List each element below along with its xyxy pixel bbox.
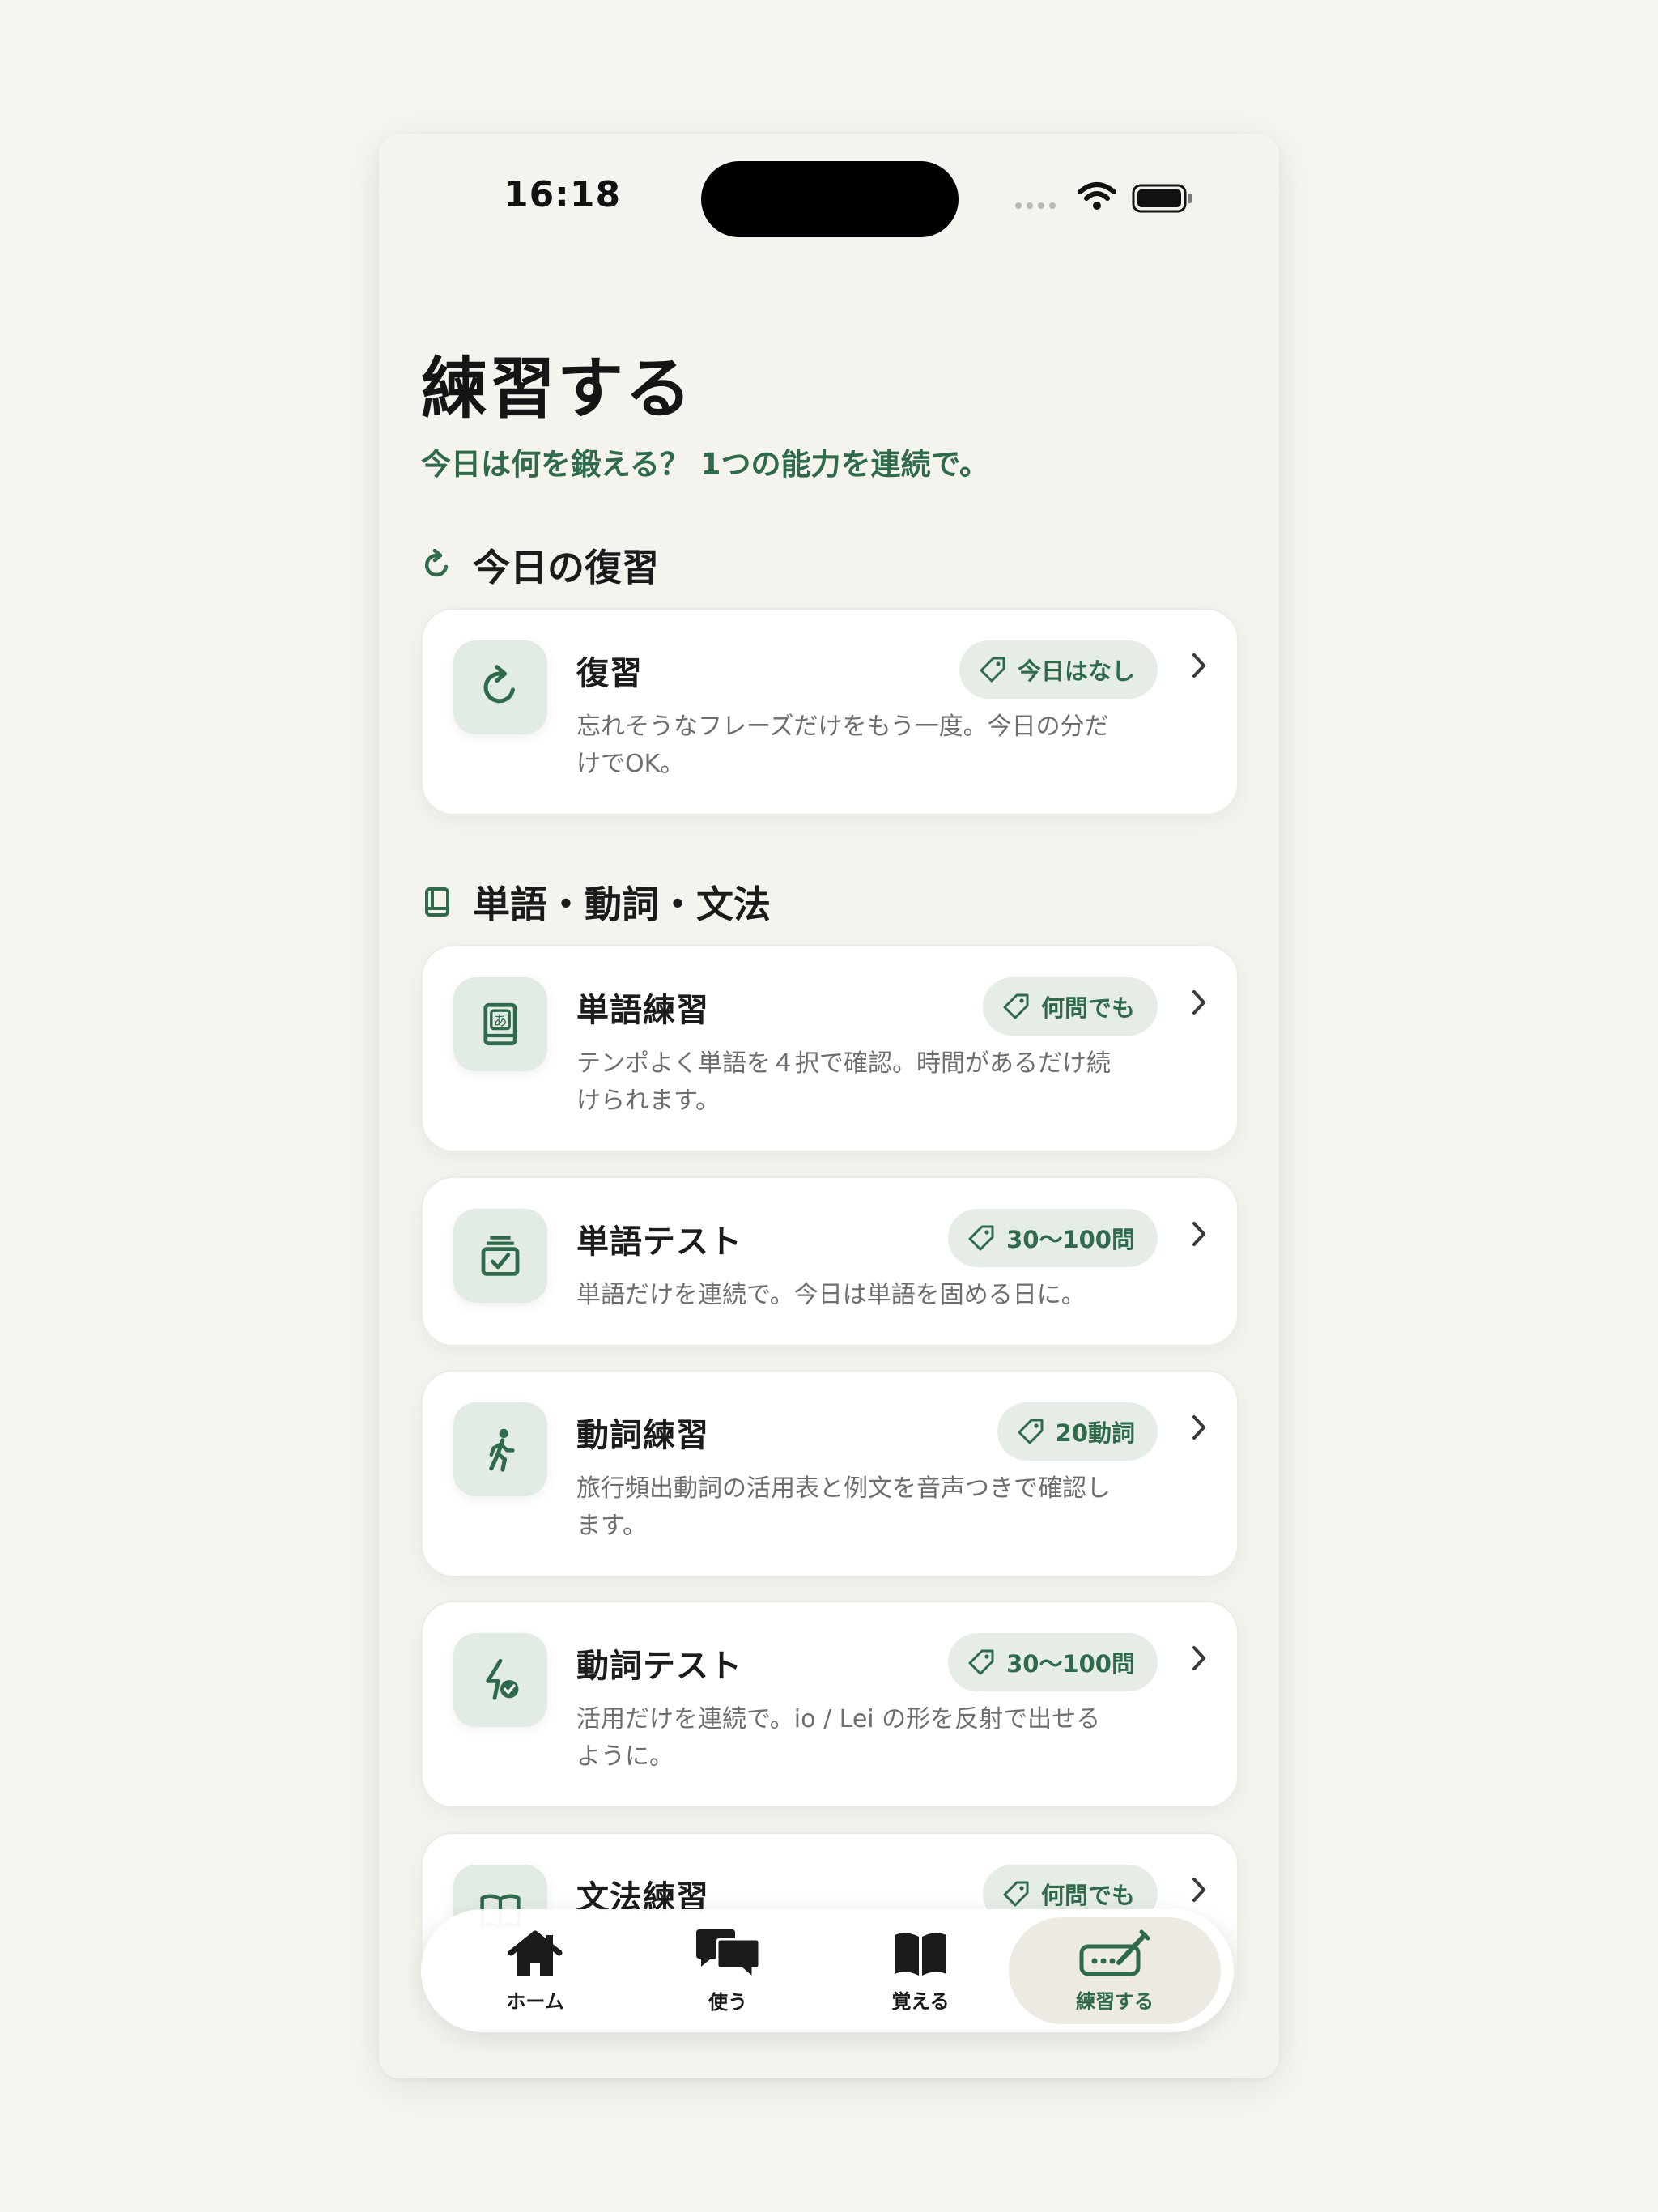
tab-use[interactable]: 使う (635, 1909, 821, 2032)
page-title: 練習する (421, 351, 694, 428)
badge: 20動詞 (997, 1402, 1158, 1461)
badge-label: 30〜100問 (1006, 1226, 1135, 1253)
badge-label: 何問でも (1040, 994, 1135, 1022)
dynamic-island (701, 161, 959, 237)
tag-icon (1018, 1419, 1044, 1444)
svg-text:あ: あ (494, 1012, 508, 1028)
section-title: 単語・動詞・文法 (473, 883, 771, 926)
chevron-right-icon (1192, 1415, 1205, 1440)
card-description: 活用だけを連続で。io / Lei の形を反射で出せるように。 (576, 1705, 1101, 1771)
card-icon-container: あ (453, 977, 547, 1071)
tag-icon (968, 1225, 994, 1251)
page-subtitle: 今日は何を鍛える？ 1つの能力を連続で。 (421, 447, 990, 482)
tag-icon (1003, 1881, 1029, 1907)
book-icon (425, 887, 449, 917)
tag-icon (968, 1649, 994, 1675)
tab-label: 覚える (891, 1989, 950, 2013)
phone-screen: 16:18 練習する 今日は何を鍛える？ 1つの能力を連続で。 今日の復習 復習 (379, 134, 1279, 2078)
status-time: 16:18 (504, 174, 622, 215)
tab-learn[interactable]: 覚える (827, 1909, 1014, 2032)
card-verb-test[interactable]: 動詞テスト 30〜100問 活用だけを連続で。io / Lei の形を反射で出せ… (421, 1601, 1239, 1808)
chevron-right-icon (1192, 653, 1205, 678)
card-description: 単語だけを連続で。今日は単語を固める日に。 (576, 1281, 1086, 1309)
card-vocab-test[interactable]: 単語テスト 30〜100問 単語だけを連続で。今日は単語を固める日に。 (421, 1176, 1239, 1346)
card-description: 忘れそうなフレーズだけをもう一度。今日の分だけでOK。 (576, 713, 1109, 778)
walking-person-icon (489, 1428, 515, 1472)
tab-home[interactable]: ホーム (442, 1909, 628, 2032)
house-icon (508, 1930, 563, 1976)
bolt-check-icon (486, 1658, 519, 1700)
chevron-right-icon (1192, 1222, 1205, 1246)
card-icon-container (453, 1402, 547, 1496)
card-description: 旅行頻出動詞の活用表と例文を音声つきで確認します。 (576, 1474, 1111, 1540)
section-header-review: 今日の復習 (421, 538, 659, 592)
battery-icon (1132, 184, 1192, 213)
card-title: 単語練習 (576, 992, 709, 1029)
chevron-right-icon (1192, 1646, 1205, 1670)
section-title: 今日の復習 (473, 546, 659, 589)
chevron-right-icon (1192, 990, 1205, 1015)
card-icon-container (453, 1633, 547, 1727)
tab-bar: ホーム 使う 覚える 練習する (421, 1909, 1234, 2032)
wifi-icon (1078, 182, 1116, 210)
badge: 何問でも (982, 977, 1158, 1036)
card-description: テンポよく単語を４択で確認。時間があるだけ続けられます。 (576, 1049, 1111, 1115)
chevron-right-icon (1192, 1878, 1205, 1902)
card-icon-container (453, 1209, 547, 1303)
card-title: 単語テスト (576, 1223, 742, 1261)
card-vocab-practice[interactable]: あ 単語練習 何問でも テンポよく単語を４択で確認。時間があるだけ続けられます。 (421, 945, 1239, 1152)
badge: 今日はなし (959, 640, 1158, 699)
badge-label: 20動詞 (1055, 1419, 1135, 1447)
vocab-book-icon: あ (483, 1002, 517, 1046)
tab-label: 使う (708, 1990, 747, 2014)
refresh-icon (424, 549, 449, 577)
cellular-signal-icon (1015, 202, 1056, 209)
card-title: 復習 (576, 655, 643, 692)
refresh-icon (483, 665, 515, 704)
tab-practice[interactable]: 練習する (1022, 1909, 1208, 2032)
badge: 30〜100問 (948, 1209, 1158, 1267)
badge-label: 30〜100問 (1006, 1650, 1135, 1678)
badge: 30〜100問 (948, 1633, 1158, 1691)
open-book-icon (895, 1932, 946, 1976)
checklist-box-icon (481, 1236, 520, 1276)
badge-label: 今日はなし (1017, 657, 1135, 685)
tag-icon (1003, 993, 1029, 1019)
card-verb-practice[interactable]: 動詞練習 20動詞 旅行頻出動詞の活用表と例文を音声つきで確認します。 (421, 1370, 1239, 1577)
tag-icon (980, 657, 1005, 683)
pencil-keyboard-icon (1079, 1929, 1150, 1976)
card-icon-container (453, 640, 547, 734)
card-title: 動詞練習 (576, 1417, 709, 1454)
section-header-vocab-verb-grammar: 単語・動詞・文法 (421, 875, 771, 929)
tab-label: 練習する (1076, 1989, 1154, 2013)
card-review[interactable]: 復習 今日はなし 忘れそうなフレーズだけをもう一度。今日の分だけでOK。 (421, 608, 1239, 815)
card-title: 動詞テスト (576, 1648, 742, 1685)
tab-label: ホーム (506, 1989, 564, 2013)
badge-label: 何問でも (1040, 1882, 1135, 1909)
chat-bubbles-icon (696, 1929, 761, 1980)
